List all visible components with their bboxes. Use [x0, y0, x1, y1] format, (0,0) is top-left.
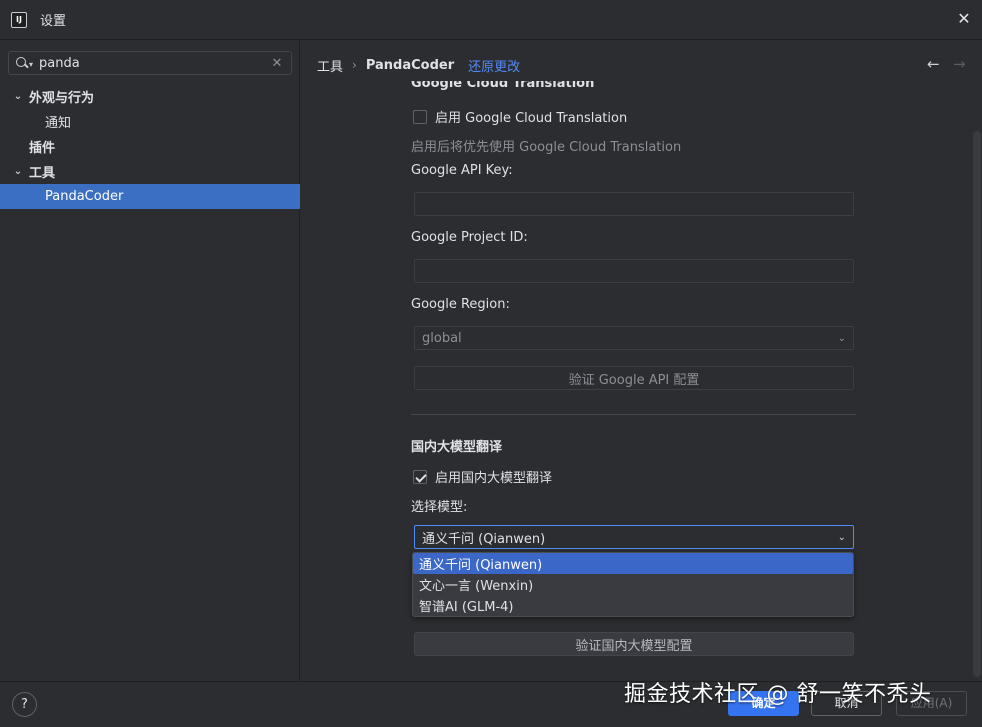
back-arrow-icon[interactable]: ←	[927, 55, 940, 73]
clear-search-icon[interactable]: ✕	[267, 56, 287, 71]
tree-item-pandacoder[interactable]: PandaCoder	[0, 184, 300, 209]
chevron-down-icon[interactable]: ⌄	[838, 532, 846, 543]
help-icon[interactable]: ?	[12, 692, 37, 717]
model-select[interactable]: 通义千问 (Qianwen) ⌄	[414, 525, 854, 549]
settings-tree: ⌄ 外观与行为 通知 插件 ⌄ 工具 PandaCoder	[0, 84, 300, 209]
verify-domestic-model-button[interactable]: 验证国内大模型配置	[414, 632, 854, 656]
google-enable-label[interactable]: 启用 Google Cloud Translation	[435, 107, 627, 126]
model-option-wenxin[interactable]: 文心一言 (Wenxin)	[413, 574, 853, 595]
tree-item-label: 外观与行为	[29, 91, 95, 106]
breadcrumb-parent[interactable]: 工具	[317, 56, 343, 75]
model-select-label: 选择模型:	[411, 500, 468, 515]
tree-item-label: 插件	[29, 141, 56, 156]
chevron-down-icon[interactable]: ⌄	[12, 91, 24, 102]
google-region-value: global	[422, 330, 462, 346]
tree-item-label: 通知	[45, 116, 72, 131]
domestic-enable-label[interactable]: 启用国内大模型翻译	[435, 467, 552, 486]
reset-changes-link[interactable]: 还原更改	[468, 56, 520, 75]
settings-search-input[interactable]	[39, 53, 267, 73]
settings-sidebar: ▾ ✕ ⌄ 外观与行为 通知 插件 ⌄ 工具 PandaCoder	[0, 41, 300, 681]
google-project-id-label: Google Project ID:	[411, 230, 528, 245]
settings-main-panel: 工具 › PandaCoder 还原更改 ← → Google Cloud Tr…	[301, 41, 982, 681]
google-project-id-input[interactable]	[414, 259, 854, 283]
tree-item-tools[interactable]: ⌄ 工具	[0, 159, 300, 184]
forward-arrow-icon[interactable]: →	[953, 55, 966, 73]
settings-content-scroll[interactable]: Google Cloud Translation 启用 Google Cloud…	[301, 81, 982, 681]
tree-item-label: PandaCoder	[45, 189, 124, 204]
content-scrollbar[interactable]	[973, 131, 981, 677]
tree-item-notifications[interactable]: 通知	[0, 109, 300, 134]
title-bar: IJ 设置 ✕	[0, 0, 982, 40]
google-section-title: Google Cloud Translation	[411, 81, 595, 91]
close-icon[interactable]: ✕	[954, 9, 974, 29]
model-selected-value: 通义千问 (Qianwen)	[422, 531, 546, 547]
chevron-down-icon[interactable]: ⌄	[12, 166, 24, 177]
model-option-qianwen[interactable]: 通义千问 (Qianwen)	[413, 553, 853, 574]
settings-search-box[interactable]: ▾ ✕	[8, 51, 292, 75]
verify-google-api-button[interactable]: 验证 Google API 配置	[414, 366, 854, 390]
domestic-enable-checkbox[interactable]	[413, 469, 427, 484]
chevron-down-icon[interactable]: ⌄	[838, 333, 846, 344]
model-dropdown-popup: 通义千问 (Qianwen) 文心一言 (Wenxin) 智谱AI (GLM-4…	[412, 552, 854, 617]
window-title: 设置	[40, 14, 67, 29]
model-option-glm4[interactable]: 智谱AI (GLM-4)	[413, 595, 853, 616]
domestic-enable-checkbox-row[interactable]: 启用国内大模型翻译	[413, 467, 552, 486]
google-api-key-label: Google API Key:	[411, 163, 513, 178]
google-region-label: Google Region:	[411, 297, 510, 312]
breadcrumb-current: PandaCoder	[365, 57, 455, 73]
app-logo-icon: IJ	[11, 11, 27, 28]
domestic-section-title: 国内大模型翻译	[411, 440, 503, 455]
tree-item-plugins[interactable]: 插件	[0, 134, 300, 159]
tree-item-label: 工具	[29, 166, 56, 181]
google-enable-hint: 启用后将优先使用 Google Cloud Translation	[411, 140, 682, 155]
breadcrumb-separator-icon: ›	[352, 58, 357, 72]
breadcrumb: 工具 › PandaCoder 还原更改	[317, 55, 520, 75]
google-enable-checkbox-row[interactable]: 启用 Google Cloud Translation	[413, 107, 627, 126]
tree-item-appearance-behavior[interactable]: ⌄ 外观与行为	[0, 84, 300, 109]
google-api-key-input[interactable]	[414, 192, 854, 216]
google-region-select[interactable]: global ⌄	[414, 326, 854, 350]
section-divider	[411, 414, 856, 415]
watermark-overlay: 掘金技术社区 @ 舒一笑不秃头	[624, 682, 932, 707]
google-enable-checkbox[interactable]	[413, 109, 427, 124]
search-icon[interactable]	[15, 55, 31, 71]
